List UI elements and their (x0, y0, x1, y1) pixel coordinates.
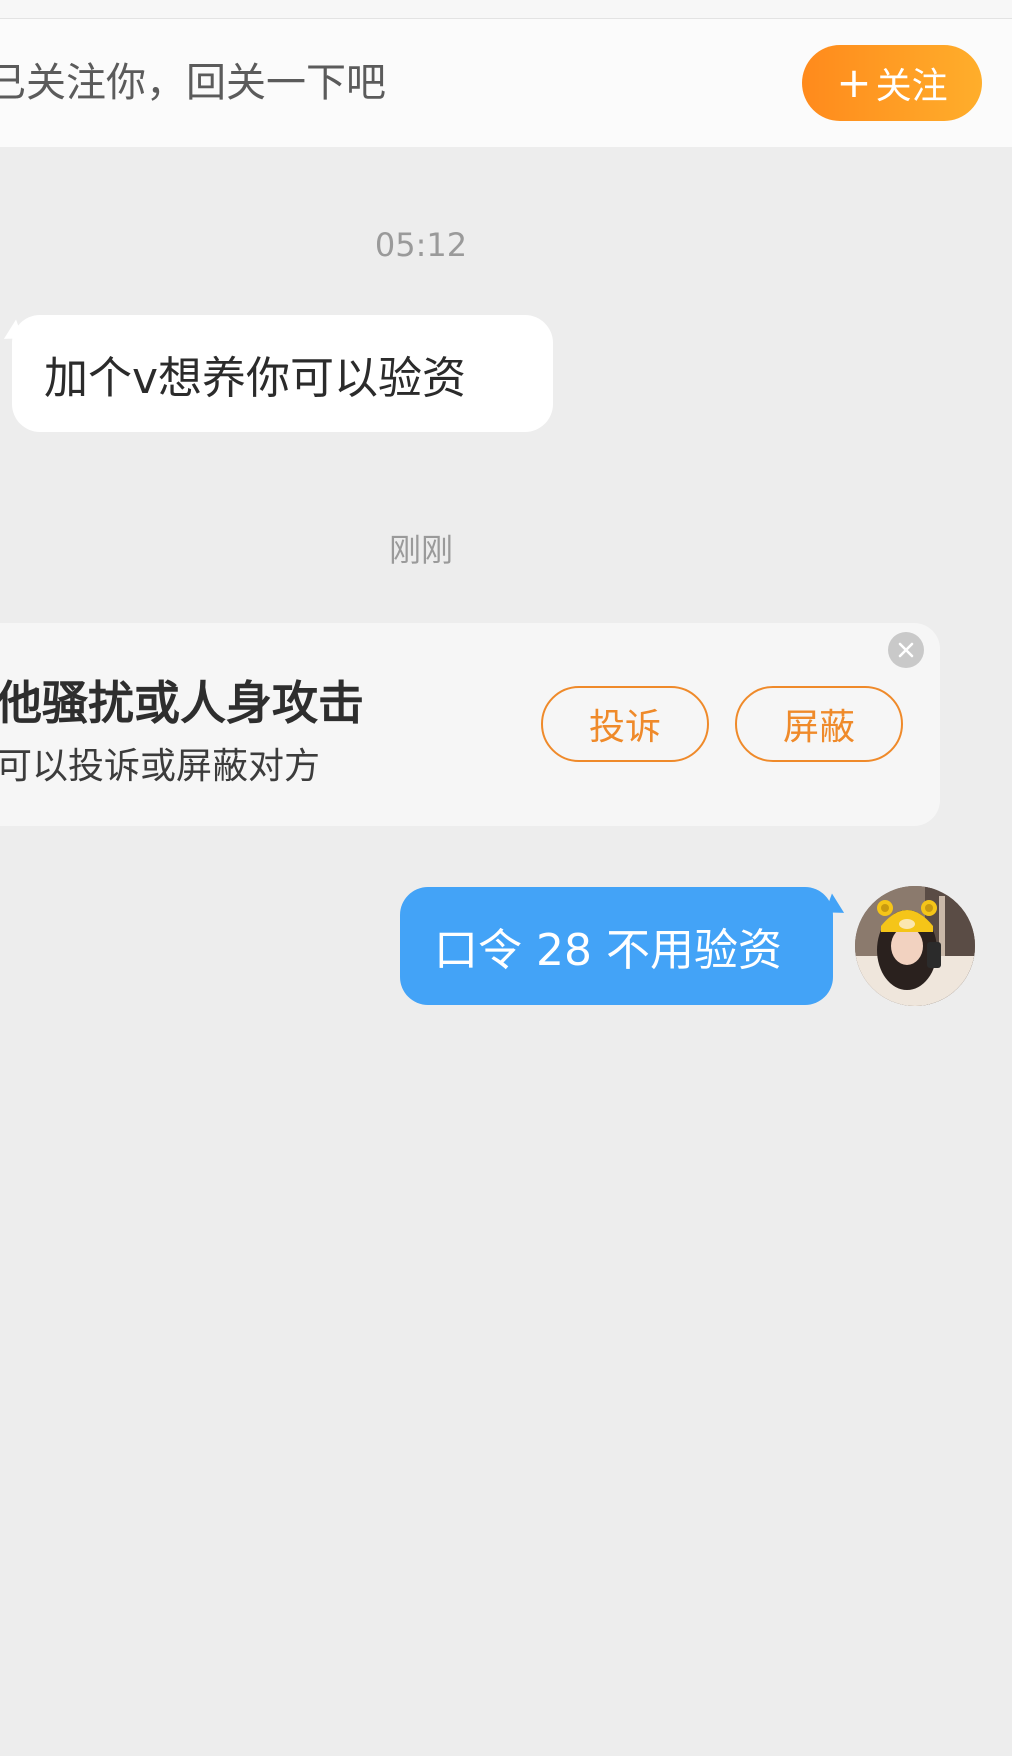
safety-notice-subtitle: 可以投诉或屏蔽对方 (0, 746, 321, 787)
report-button[interactable]: 投诉 (541, 686, 709, 762)
message-timestamp: 刚刚 (388, 531, 453, 569)
message-timestamp: 05:12 (374, 226, 468, 264)
follow-back-banner: 已关注你，回关一下吧 + 关注 (0, 19, 1012, 147)
close-icon[interactable] (888, 632, 924, 668)
follow-back-prompt: 已关注你，回关一下吧 (0, 60, 386, 106)
avatar[interactable] (855, 886, 975, 1006)
block-button[interactable]: 屏蔽 (735, 686, 903, 762)
top-divider (0, 0, 1012, 19)
safety-notice-card: 他骚扰或人身攻击 可以投诉或屏蔽对方 投诉 屏蔽 (0, 623, 940, 826)
follow-button[interactable]: + 关注 (802, 45, 982, 121)
outgoing-message-bubble[interactable]: 口令 28 不用验资 (400, 887, 833, 1005)
plus-icon: + (836, 58, 872, 107)
incoming-message-bubble[interactable]: 加个v想养你可以验资 (12, 315, 553, 432)
safety-notice-title: 他骚扰或人身攻击 (0, 676, 364, 730)
follow-button-label: 关注 (875, 66, 948, 107)
